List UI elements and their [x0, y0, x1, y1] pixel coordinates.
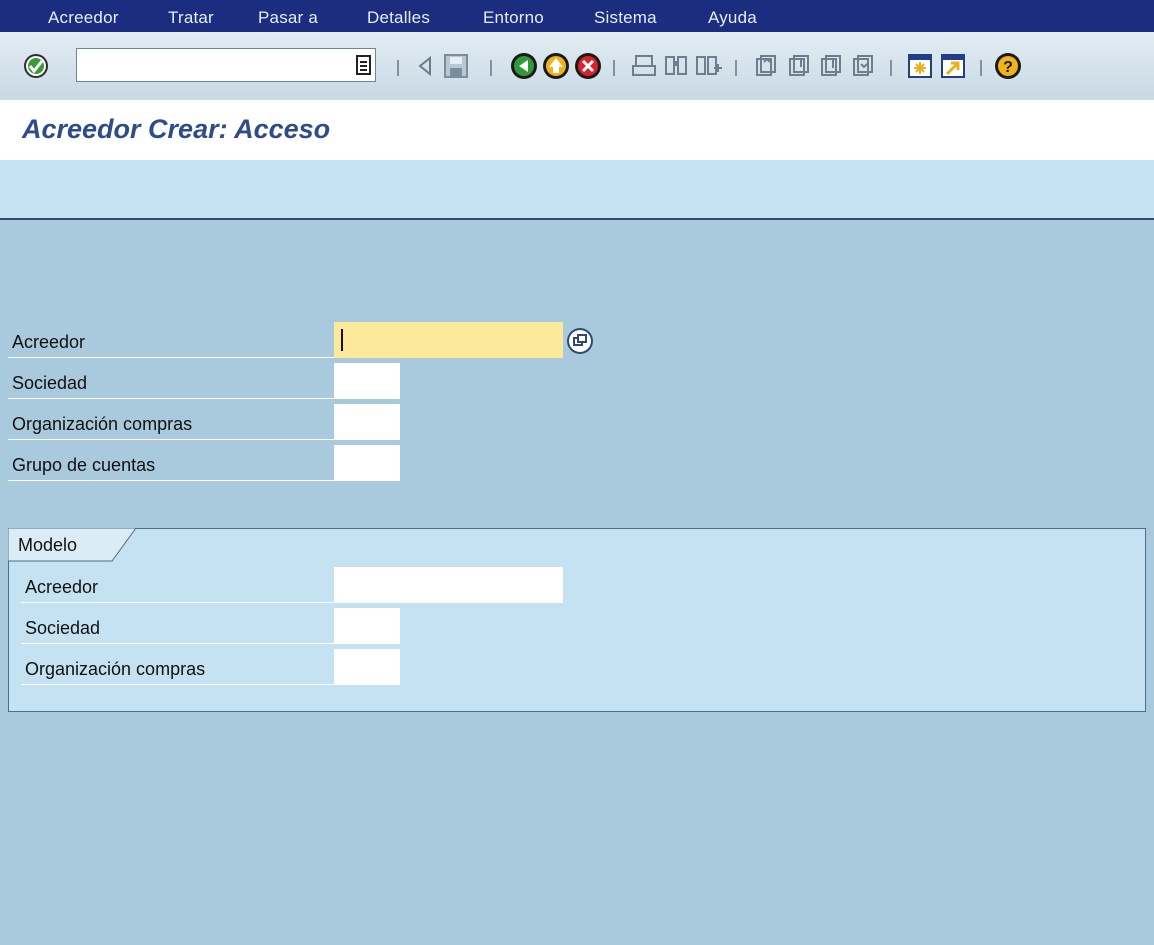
sociedad-input[interactable] [334, 363, 400, 399]
svg-text:?: ? [1003, 59, 1013, 76]
menu-ayuda[interactable]: Ayuda [708, 8, 757, 28]
menu-tratar[interactable]: Tratar [168, 8, 214, 28]
command-field[interactable] [76, 48, 376, 82]
help-icon[interactable]: ? [992, 50, 1024, 82]
modelo-acreedor-label: Acreedor [21, 567, 335, 603]
menu-bar: Acreedor Tratar Pasar a Detalles Entorno… [0, 0, 1154, 32]
grupo-cuentas-label: Grupo de cuentas [8, 445, 334, 481]
exit-icon[interactable] [540, 50, 572, 82]
standard-toolbar: ? [0, 32, 1154, 102]
modelo-acreedor-input[interactable] [334, 567, 563, 603]
menu-pasar-a[interactable]: Pasar a [258, 8, 318, 28]
last-page-icon[interactable] [847, 50, 879, 82]
cancel-icon[interactable] [572, 50, 604, 82]
acreedor-label: Acreedor [8, 322, 334, 358]
modelo-sociedad-label: Sociedad [21, 608, 335, 644]
create-shortcut-icon[interactable] [937, 50, 969, 82]
modelo-title: Modelo [18, 535, 78, 555]
modelo-org-compras-label: Organización compras [21, 649, 335, 685]
new-session-icon[interactable] [904, 50, 936, 82]
modelo-org-compras-input[interactable] [334, 649, 400, 685]
text-cursor [341, 329, 343, 351]
menu-acreedor[interactable]: Acreedor [48, 8, 119, 28]
first-page-icon[interactable] [750, 50, 782, 82]
back-triangle-icon[interactable] [410, 50, 442, 82]
sociedad-label: Sociedad [8, 363, 334, 399]
find-next-icon[interactable] [692, 50, 724, 82]
grupo-cuentas-input[interactable] [334, 445, 400, 481]
menu-entorno[interactable]: Entorno [483, 8, 544, 28]
previous-page-icon[interactable] [783, 50, 815, 82]
find-icon[interactable] [660, 50, 692, 82]
modelo-sociedad-input[interactable] [334, 608, 400, 644]
org-compras-input[interactable] [334, 404, 400, 440]
org-compras-label: Organización compras [8, 404, 334, 440]
enter-check-icon[interactable] [20, 50, 52, 82]
modelo-group: Modelo Acreedor Sociedad Organización co… [8, 528, 1146, 712]
page-title: Acreedor Crear: Acceso [22, 114, 331, 144]
menu-detalles[interactable]: Detalles [367, 8, 430, 28]
value-help-icon[interactable] [565, 326, 595, 356]
application-toolbar [0, 160, 1154, 220]
title-bar: Acreedor Crear: Acceso [0, 100, 1154, 160]
print-icon[interactable] [628, 50, 660, 82]
save-icon[interactable] [440, 50, 472, 82]
modelo-tab: Modelo [8, 528, 138, 562]
menu-sistema[interactable]: Sistema [594, 8, 657, 28]
command-history-icon[interactable] [354, 54, 374, 78]
acreedor-input[interactable] [334, 322, 563, 358]
next-page-icon[interactable] [815, 50, 847, 82]
back-icon[interactable] [508, 50, 540, 82]
